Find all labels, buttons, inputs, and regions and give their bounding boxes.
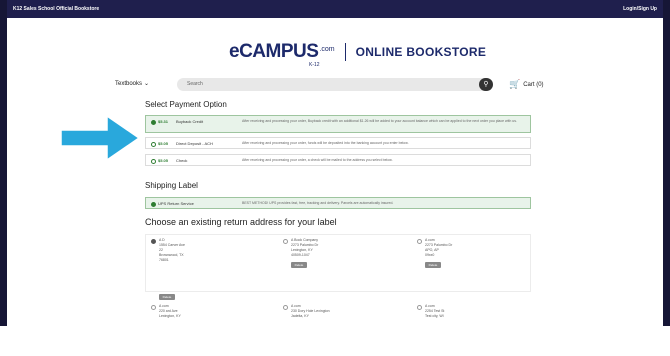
payment-name: Direct Deposit - ACH	[176, 141, 213, 146]
address-lines: A com 2273 Palumbo Dr APO, AP 09xx0	[425, 238, 452, 258]
address-card[interactable]: A D 1554 Carver Ave 22 Brownwood, TX 768…	[151, 238, 263, 300]
payment-name: Check	[176, 158, 188, 163]
payment-amount: $5.05	[158, 141, 169, 146]
address-card[interactable]: A Book Company 2273 Palumbo Dr Lexington…	[283, 238, 395, 290]
login-signup-link[interactable]: Login/Sign Up	[623, 6, 657, 12]
shipping-name: UPS Return Service	[158, 201, 194, 206]
delete-button[interactable]: Delete	[159, 294, 175, 300]
radio-selected-icon[interactable]	[151, 120, 156, 125]
logo-brand: eCAMPUS	[229, 41, 319, 62]
delete-button[interactable]: Delete	[291, 262, 307, 268]
radio-icon[interactable]	[417, 239, 422, 244]
page-content: eCAMPUS .com K-12 ONLINE BOOKSTORE Textb…	[7, 18, 663, 326]
address-line: 40509-1047	[291, 253, 310, 257]
radio-icon[interactable]	[151, 159, 156, 164]
search-input[interactable]: Search ⚲	[177, 78, 493, 91]
shipping-desc: BEST METHOD! UPS provides fast, free, tr…	[242, 201, 394, 205]
payment-option-ach[interactable]: $5.05 Direct Deposit - ACH After receivi…	[145, 137, 531, 149]
cart-icon: 🛒	[509, 79, 521, 89]
payment-heading: Select Payment Option	[145, 100, 227, 109]
logo-title: ONLINE BOOKSTORE	[355, 45, 487, 59]
top-bar: K12 Sales School Official Bookstore Logi…	[7, 0, 663, 18]
school-name: K12 Sales School Official Bookstore	[13, 6, 100, 12]
address-card[interactable]: A com 220 ard Ave Lexington, KY	[151, 304, 263, 356]
address-lines: A com 2254 Test St Test city, WI	[425, 304, 444, 319]
chevron-down-icon: ⌄	[144, 81, 150, 87]
nav-bar: Textbooks ⌄ Search ⚲ 🛒 Cart (0)	[115, 78, 555, 92]
search-icon[interactable]: ⚲	[479, 78, 493, 91]
payment-amount: $5.05	[158, 158, 169, 163]
cart-label: Cart (0)	[523, 82, 544, 89]
radio-selected-icon[interactable]	[151, 239, 156, 244]
payment-desc: After receiving and processing your orde…	[242, 158, 393, 162]
payment-desc: After receiving and processing your orde…	[242, 141, 409, 145]
radio-icon[interactable]	[151, 305, 156, 310]
shipping-heading: Shipping Label	[145, 181, 198, 190]
pointer-arrow-icon	[61, 114, 141, 162]
radio-selected-icon[interactable]	[151, 202, 156, 207]
payment-desc: After receiving and processing your orde…	[242, 119, 517, 123]
address-line: Test city, WI	[425, 314, 444, 318]
payment-option-check[interactable]: $5.05 Check After receiving and processi…	[145, 154, 531, 166]
delete-button[interactable]: Delete	[425, 262, 441, 268]
logo-divider	[344, 43, 346, 61]
textbooks-menu[interactable]: Textbooks ⌄	[115, 80, 149, 87]
address-line: 76801	[159, 258, 169, 262]
payment-option-buyback[interactable]: $5.31 Buyback Credit After receiving and…	[145, 115, 531, 133]
payment-name: Buyback Credit	[176, 119, 204, 124]
cart-link[interactable]: 🛒 Cart (0)	[509, 79, 544, 90]
address-line: 09xx0	[425, 253, 435, 257]
address-card[interactable]: A com 230 Dory Hole Lexington Jadeita, K…	[283, 304, 395, 356]
address-heading: Choose an existing return address for yo…	[145, 217, 337, 227]
address-line: Lexington, KY	[159, 314, 181, 318]
radio-icon[interactable]	[417, 305, 422, 310]
address-lines: A Book Company 2273 Palumbo Dr Lexington…	[291, 238, 318, 258]
ecampus-logo[interactable]: eCAMPUS .com K-12 ONLINE BOOKSTORE	[229, 38, 487, 68]
radio-icon[interactable]	[283, 305, 288, 310]
textbooks-label: Textbooks	[115, 81, 143, 87]
logo-dotcom: .com	[319, 45, 335, 53]
address-line: Jadeita, KY	[291, 314, 309, 318]
address-lines: A D 1554 Carver Ave 22 Brownwood, TX 768…	[159, 238, 185, 263]
radio-icon[interactable]	[283, 239, 288, 244]
address-card[interactable]: A com 2273 Palumbo Dr APO, AP 09xx0 Dele…	[417, 238, 529, 290]
radio-icon[interactable]	[151, 142, 156, 147]
payment-amount: $5.31	[158, 119, 169, 124]
logo-k12: K-12	[309, 62, 320, 68]
shipping-option-ups[interactable]: UPS Return Service BEST METHOD! UPS prov…	[145, 197, 531, 209]
address-card[interactable]: A com 2254 Test St Test city, WI	[417, 304, 529, 356]
search-placeholder: Search	[187, 81, 203, 87]
address-lines: A com 230 Dory Hole Lexington Jadeita, K…	[291, 304, 330, 319]
address-lines: A com 220 ard Ave Lexington, KY	[159, 304, 181, 319]
